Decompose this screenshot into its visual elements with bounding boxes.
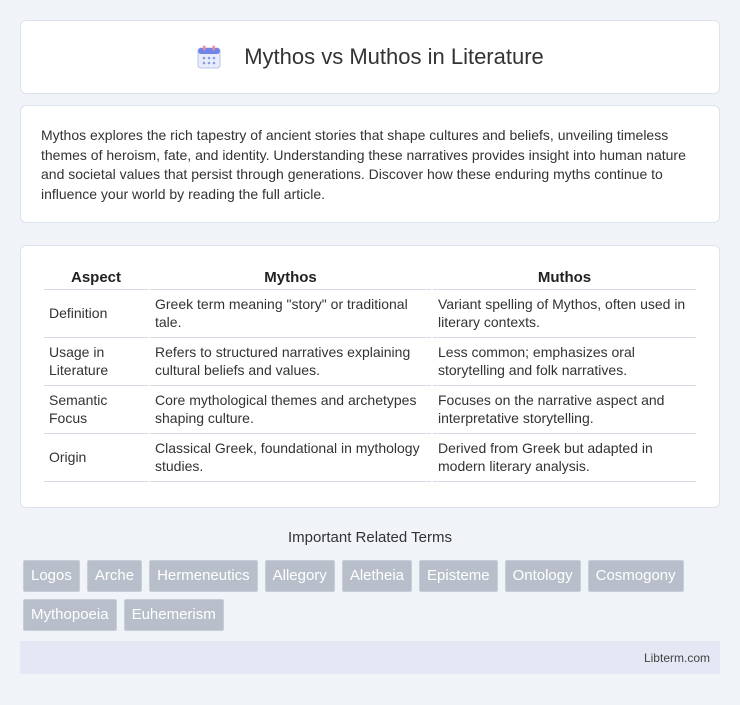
table-row: Semantic Focus Core mythological themes …	[44, 386, 696, 434]
related-term-tag[interactable]: Euhemerism	[123, 599, 224, 631]
column-header-muthos: Muthos	[433, 266, 696, 290]
footer: Libterm.com	[20, 641, 720, 674]
table-cell: Less common; emphasizes oral storytellin…	[433, 338, 696, 386]
comparison-table: Aspect Mythos Muthos Definition Greek te…	[42, 266, 698, 482]
table-cell: Core mythological themes and archetypes …	[150, 386, 431, 434]
related-term-tag[interactable]: Episteme	[419, 560, 498, 592]
table-cell: Focuses on the narrative aspect and inte…	[433, 386, 696, 434]
related-term-tag[interactable]: Arche	[86, 560, 143, 592]
comparison-table-card: Aspect Mythos Muthos Definition Greek te…	[20, 245, 720, 508]
related-term-tag[interactable]: Logos	[23, 560, 80, 592]
related-terms-list: Logos Arche Hermeneutics Allegory Alethe…	[23, 560, 723, 631]
table-cell: Origin	[44, 434, 148, 482]
table-cell: Variant spelling of Mythos, often used i…	[433, 290, 696, 338]
intro-card: Mythos explores the rich tapestry of anc…	[20, 105, 720, 223]
title-card: Mythos vs Muthos in Literature	[20, 20, 720, 94]
related-term-tag[interactable]: Mythopoeia	[23, 599, 117, 631]
table-cell: Derived from Greek but adapted in modern…	[433, 434, 696, 482]
table-header-row: Aspect Mythos Muthos	[44, 266, 696, 290]
table-cell: Usage in Literature	[44, 338, 148, 386]
related-term-tag[interactable]: Allegory	[264, 560, 335, 592]
table-cell: Refers to structured narratives explaini…	[150, 338, 431, 386]
table-row: Origin Classical Greek, foundational in …	[44, 434, 696, 482]
table-row: Definition Greek term meaning "story" or…	[44, 290, 696, 338]
column-header-mythos: Mythos	[150, 266, 431, 290]
table-cell: Definition	[44, 290, 148, 338]
table-row: Usage in Literature Refers to structured…	[44, 338, 696, 386]
intro-text: Mythos explores the rich tapestry of anc…	[41, 127, 686, 202]
table-cell: Semantic Focus	[44, 386, 148, 434]
related-terms-heading: Important Related Terms	[288, 529, 452, 546]
column-header-aspect: Aspect	[44, 266, 148, 290]
related-term-tag[interactable]: Aletheia	[341, 560, 413, 592]
related-term-tag[interactable]: Ontology	[504, 560, 581, 592]
footer-site-link[interactable]: Libterm.com	[644, 651, 710, 665]
page-title: Mythos vs Muthos in Literature	[244, 44, 544, 69]
related-term-tag[interactable]: Cosmogony	[587, 560, 684, 592]
table-cell: Classical Greek, foundational in mytholo…	[150, 434, 431, 482]
table-cell: Greek term meaning "story" or traditiona…	[150, 290, 431, 338]
calendar-icon	[196, 44, 222, 70]
related-term-tag[interactable]: Hermeneutics	[149, 560, 258, 592]
